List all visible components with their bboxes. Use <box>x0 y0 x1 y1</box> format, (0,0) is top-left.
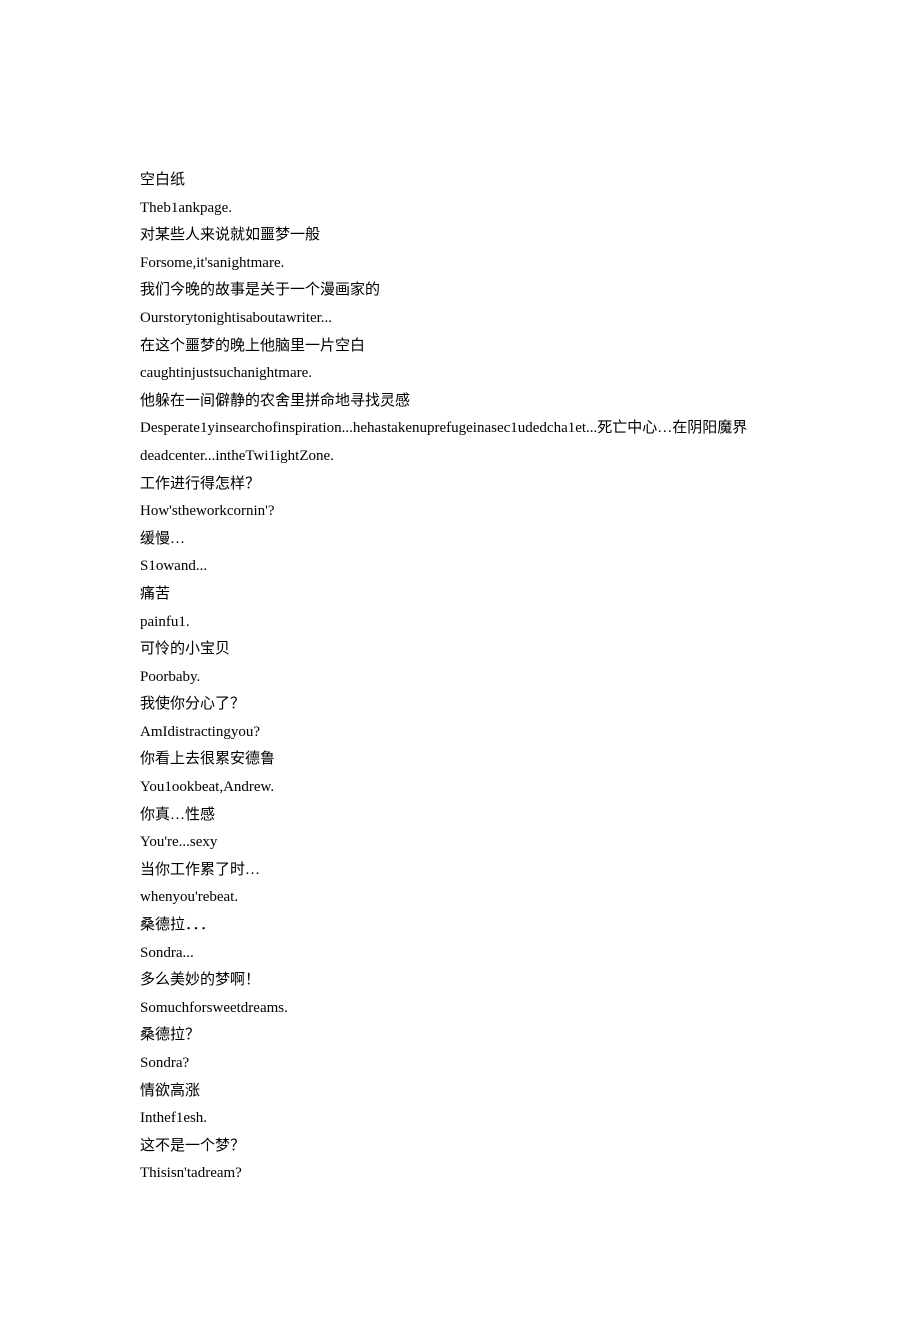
text-line: Inthef1esh. <box>140 1105 780 1133</box>
text-line: 情欲高涨 <box>140 1078 780 1106</box>
text-line: 多么美妙的梦啊！ <box>140 967 780 995</box>
text-line: 空白纸 <box>140 167 780 195</box>
text-line: painfu1. <box>140 609 780 637</box>
text-line: 我使你分心了？ <box>140 691 780 719</box>
text-line: caughtinjustsuchanightmare. <box>140 360 780 388</box>
text-line: Desperate1yinsearchofinspiration...hehas… <box>140 415 780 443</box>
text-line: You're...sexy <box>140 829 780 857</box>
text-line: whenyou'rebeat. <box>140 884 780 912</box>
text-line: 在这个噩梦的晚上他脑里一片空白 <box>140 333 780 361</box>
text-line: Sondra? <box>140 1050 780 1078</box>
text-line: AmIdistractingyou? <box>140 719 780 747</box>
document-page: 空白纸Theb1ankpage.对某些人来说就如噩梦一般Forsome,it's… <box>0 0 920 1328</box>
text-line: How'stheworkcornin'? <box>140 498 780 526</box>
text-line: 可怜的小宝贝 <box>140 636 780 664</box>
text-line: 痛苦 <box>140 581 780 609</box>
text-line: 当你工作累了时… <box>140 857 780 885</box>
text-line: 我们今晚的故事是关于一个漫画家的 <box>140 277 780 305</box>
text-line: Poorbaby. <box>140 664 780 692</box>
text-line: 这不是一个梦？ <box>140 1133 780 1161</box>
text-line: deadcenter...intheTwi1ightZone. <box>140 443 780 471</box>
text-line: 你看上去很累安德鲁 <box>140 746 780 774</box>
text-line: 他躲在一间僻静的农舍里拼命地寻找灵感 <box>140 388 780 416</box>
text-line: 桑德拉？ <box>140 1022 780 1050</box>
text-line: 桑德拉．．． <box>140 912 780 940</box>
text-line: Theb1ankpage. <box>140 195 780 223</box>
text-line: You1ookbeat,Andrew. <box>140 774 780 802</box>
text-line: Ourstorytonightisaboutawriter... <box>140 305 780 333</box>
text-line: S1owand... <box>140 553 780 581</box>
text-line: Sondra... <box>140 940 780 968</box>
text-line: Forsome,it'sanightmare. <box>140 250 780 278</box>
text-line: 缓慢… <box>140 526 780 554</box>
text-line: Somuchforsweetdreams. <box>140 995 780 1023</box>
text-line: 你真…性感 <box>140 802 780 830</box>
text-line: Thisisn'tadream? <box>140 1160 780 1188</box>
text-line: 对某些人来说就如噩梦一般 <box>140 222 780 250</box>
text-line: 工作进行得怎样？ <box>140 471 780 499</box>
